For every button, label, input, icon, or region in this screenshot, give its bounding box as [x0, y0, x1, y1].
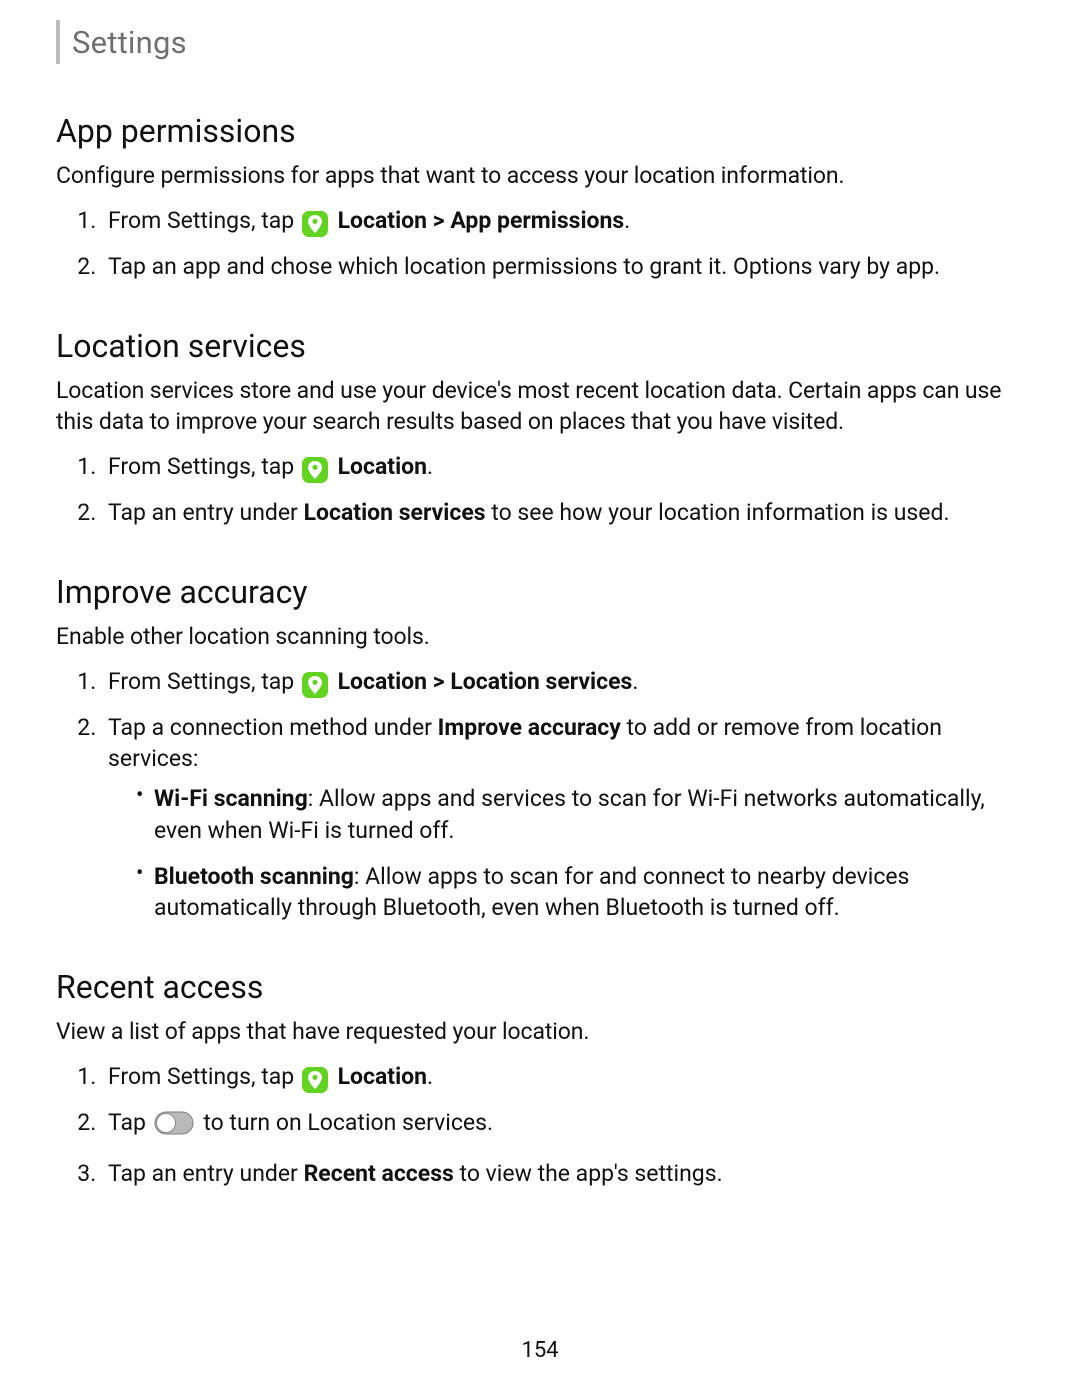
- intro-location-services: Location services store and use your dev…: [56, 375, 1024, 437]
- step: Tap an entry under Recent access to view…: [102, 1158, 1024, 1190]
- step-post: .: [427, 453, 433, 480]
- location-icon: [302, 457, 328, 483]
- step: From Settings, tap Location.: [102, 451, 1024, 483]
- step-bold: Location: [338, 1063, 427, 1090]
- step-bold: Recent access: [304, 1160, 454, 1187]
- step-text: From Settings, tap: [108, 668, 300, 695]
- section-title-recent-access: Recent access: [56, 968, 1024, 1006]
- page-header: Settings: [56, 20, 1024, 64]
- step: From Settings, tap Location > Location s…: [102, 666, 1024, 698]
- step-text: From Settings, tap: [108, 453, 300, 480]
- page: Settings App permissions Configure permi…: [0, 0, 1080, 1397]
- sublist-improve-accuracy: Wi-Fi scanning: Allow apps and services …: [108, 783, 1024, 924]
- location-icon: [302, 672, 328, 698]
- intro-app-permissions: Configure permissions for apps that want…: [56, 160, 1024, 191]
- step-text: Tap: [108, 1109, 152, 1136]
- intro-improve-accuracy: Enable other location scanning tools.: [56, 621, 1024, 652]
- step-bold: Location: [338, 453, 427, 480]
- step-post: .: [427, 1063, 433, 1090]
- step: Tap an app and chose which location perm…: [102, 251, 1024, 283]
- page-number: 154: [0, 1338, 1080, 1363]
- header-rule: [56, 20, 60, 64]
- subitem: Bluetooth scanning: Allow apps to scan f…: [136, 861, 1024, 924]
- step-post: .: [624, 207, 630, 234]
- step: From Settings, tap Location > App permis…: [102, 205, 1024, 237]
- toggle-off-icon: [154, 1111, 194, 1144]
- subitem-bold: Wi-Fi scanning: [154, 785, 308, 812]
- steps-recent-access: From Settings, tap Location. Tap to turn…: [56, 1061, 1024, 1189]
- step-post: to turn on Location services.: [203, 1109, 493, 1136]
- step-bold: Improve accuracy: [438, 714, 621, 741]
- step: Tap to turn on Location services.: [102, 1107, 1024, 1144]
- step-text: Tap an app and chose which location perm…: [108, 253, 940, 280]
- step-text: From Settings, tap: [108, 1063, 300, 1090]
- location-icon: [302, 1067, 328, 1093]
- section-title-location-services: Location services: [56, 327, 1024, 365]
- header-title: Settings: [72, 24, 187, 61]
- steps-improve-accuracy: From Settings, tap Location > Location s…: [56, 666, 1024, 924]
- step-bold: Location > App permissions: [338, 207, 625, 234]
- section-title-improve-accuracy: Improve accuracy: [56, 573, 1024, 611]
- step: Tap an entry under Location services to …: [102, 497, 1024, 529]
- steps-location-services: From Settings, tap Location. Tap an entr…: [56, 451, 1024, 529]
- step-post: to see how your location information is …: [486, 499, 950, 526]
- step: From Settings, tap Location.: [102, 1061, 1024, 1093]
- step-bold: Location services: [304, 499, 486, 526]
- step-post: to view the app's settings.: [454, 1160, 723, 1187]
- subitem: Wi-Fi scanning: Allow apps and services …: [136, 783, 1024, 846]
- step-text: Tap an entry under: [108, 499, 304, 526]
- location-icon: [302, 211, 328, 237]
- step: Tap a connection method under Improve ac…: [102, 712, 1024, 924]
- intro-recent-access: View a list of apps that have requested …: [56, 1016, 1024, 1047]
- step-text: From Settings, tap: [108, 207, 300, 234]
- step-post: .: [632, 668, 638, 695]
- steps-app-permissions: From Settings, tap Location > App permis…: [56, 205, 1024, 283]
- section-title-app-permissions: App permissions: [56, 112, 1024, 150]
- step-text: Tap a connection method under: [108, 714, 438, 741]
- step-text: Tap an entry under: [108, 1160, 304, 1187]
- subitem-bold: Bluetooth scanning: [154, 863, 354, 890]
- step-bold: Location > Location services: [338, 668, 633, 695]
